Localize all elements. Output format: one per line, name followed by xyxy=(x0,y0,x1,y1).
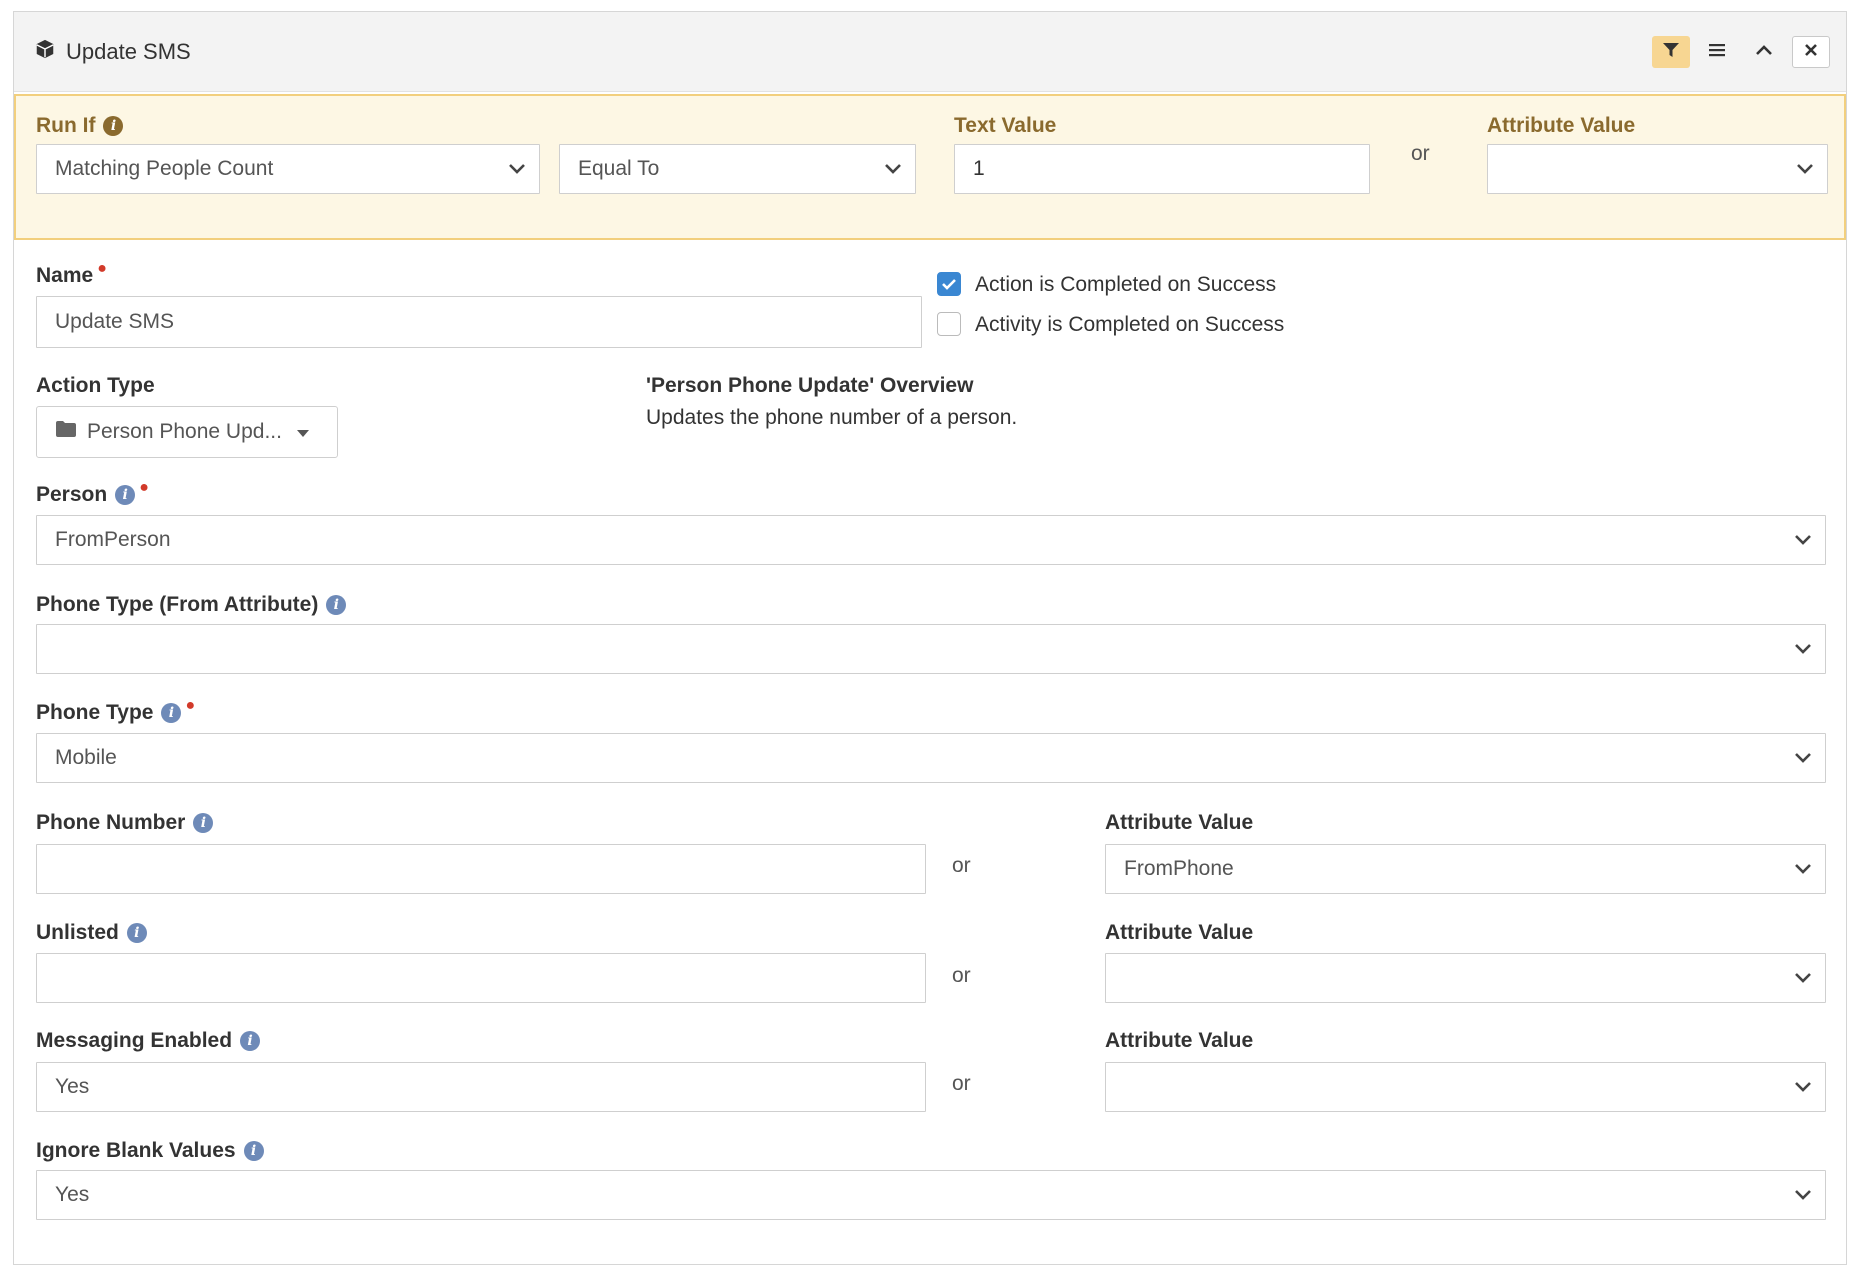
activity-completed-checkbox[interactable] xyxy=(937,312,961,336)
filter-icon xyxy=(1661,40,1681,65)
run-if-label: Run If i xyxy=(36,114,124,138)
chevron-down-icon xyxy=(509,164,525,174)
messaging-label-text: Messaging Enabled xyxy=(36,1029,233,1052)
phone-type-attr-select[interactable] xyxy=(36,624,1826,674)
name-value: Update SMS xyxy=(55,310,175,333)
required-indicator: ● xyxy=(185,697,196,714)
phone-type-attr-label: Phone Type (From Attribute) i xyxy=(36,593,347,617)
chevron-down-icon xyxy=(1795,864,1811,874)
required-indicator: ● xyxy=(139,479,149,496)
chevron-down-icon xyxy=(885,164,901,174)
person-value: FromPerson xyxy=(55,528,171,551)
run-if-comparison-select[interactable]: Equal To xyxy=(559,144,916,194)
unlisted-label-text: Unlisted xyxy=(36,921,119,944)
close-icon xyxy=(1804,43,1818,62)
collapse-button[interactable] xyxy=(1745,36,1783,68)
chevron-down-icon xyxy=(1795,644,1811,654)
messaging-attr-label: Attribute Value xyxy=(1105,1029,1254,1052)
phone-type-label-text: Phone Type xyxy=(36,701,154,724)
chevron-down-icon xyxy=(1795,535,1811,545)
unlisted-label: Unlisted i xyxy=(36,921,147,945)
ignore-blank-value: Yes xyxy=(55,1183,90,1206)
run-if-text-value: 1 xyxy=(973,157,985,180)
phone-type-value: Mobile xyxy=(55,746,117,769)
run-if-section: Run If i Matching People Count Equal To … xyxy=(14,94,1846,240)
required-indicator: ● xyxy=(97,260,107,277)
phone-type-label: Phone Type i ● xyxy=(36,697,199,725)
ignore-blank-select[interactable]: Yes xyxy=(36,1170,1826,1220)
chevron-down-icon xyxy=(1795,1082,1811,1092)
action-completed-label: Action is Completed on Success xyxy=(975,273,1277,296)
panel-title: Update SMS xyxy=(34,38,191,66)
folder-icon xyxy=(55,420,77,444)
messaging-value: Yes xyxy=(55,1075,90,1098)
run-if-condition-value: Matching People Count xyxy=(55,157,274,180)
info-icon[interactable]: i xyxy=(243,1141,264,1161)
action-type-value: Person Phone Upd... xyxy=(87,420,282,443)
caret-down-icon xyxy=(296,420,310,444)
phone-number-label-text: Phone Number xyxy=(36,811,186,834)
action-completed-checkbox[interactable] xyxy=(937,272,961,296)
panel-header: Update SMS xyxy=(14,12,1846,92)
or-label: or xyxy=(952,1072,971,1095)
name-label: Name ● xyxy=(36,260,111,288)
filter-button[interactable] xyxy=(1652,36,1690,68)
run-if-comparison-value: Equal To xyxy=(578,157,660,180)
ignore-blank-label: Ignore Blank Values i xyxy=(36,1139,264,1163)
info-icon[interactable]: i xyxy=(326,595,347,615)
chevron-down-icon xyxy=(1795,1190,1811,1200)
name-label-text: Name xyxy=(36,264,94,287)
menu-button[interactable] xyxy=(1698,36,1736,68)
info-icon[interactable]: i xyxy=(193,813,214,833)
phone-type-select[interactable]: Mobile xyxy=(36,733,1826,783)
chevron-down-icon xyxy=(1795,973,1811,983)
chevron-down-icon xyxy=(1797,164,1813,174)
person-select[interactable]: FromPerson xyxy=(36,515,1826,565)
unlisted-attr-label: Attribute Value xyxy=(1105,921,1254,944)
phone-number-input[interactable] xyxy=(36,844,926,894)
overview-text: Updates the phone number of a person. xyxy=(646,406,1018,429)
close-button[interactable] xyxy=(1792,36,1830,68)
checkmark-icon xyxy=(942,279,956,290)
run-if-attribute-select[interactable] xyxy=(1487,144,1828,194)
phone-number-attr-select[interactable]: FromPhone xyxy=(1105,844,1826,894)
activity-completed-label: Activity is Completed on Success xyxy=(975,313,1285,336)
ignore-blank-label-text: Ignore Blank Values xyxy=(36,1139,236,1162)
action-type-label: Action Type xyxy=(36,374,155,397)
chevron-up-icon xyxy=(1755,43,1773,62)
person-label: Person i ● xyxy=(36,479,153,507)
info-icon[interactable]: i xyxy=(240,1031,261,1051)
messaging-attr-select[interactable] xyxy=(1105,1062,1826,1112)
unlisted-input[interactable] xyxy=(36,953,926,1003)
info-icon[interactable]: i xyxy=(115,485,136,505)
run-if-label-text: Run If xyxy=(36,114,96,137)
overview-title: 'Person Phone Update' Overview xyxy=(646,374,974,397)
unlisted-attr-select[interactable] xyxy=(1105,953,1826,1003)
panel-title-text: Update SMS xyxy=(66,39,191,64)
messaging-label: Messaging Enabled i xyxy=(36,1029,261,1053)
cube-icon xyxy=(34,38,56,66)
phone-number-attr-value: FromPhone xyxy=(1124,857,1234,880)
or-label: or xyxy=(952,964,971,987)
info-icon[interactable]: i xyxy=(161,703,182,723)
phone-number-label: Phone Number i xyxy=(36,811,214,835)
phone-type-attr-label-text: Phone Type (From Attribute) xyxy=(36,593,319,616)
workflow-action-panel: Update SMS Run If i Matching People Coun… xyxy=(13,11,1847,1265)
info-icon[interactable]: i xyxy=(103,116,124,136)
chevron-down-icon xyxy=(1795,753,1811,763)
person-label-text: Person xyxy=(36,483,108,506)
or-label: or xyxy=(1411,142,1430,165)
hamburger-menu-icon xyxy=(1708,42,1726,63)
phone-number-attr-label: Attribute Value xyxy=(1105,811,1254,834)
run-if-text-value-input[interactable]: 1 xyxy=(954,144,1370,194)
info-icon[interactable]: i xyxy=(126,923,147,943)
attribute-value-label: Attribute Value xyxy=(1487,114,1636,137)
run-if-condition-select[interactable]: Matching People Count xyxy=(36,144,540,194)
messaging-input[interactable]: Yes xyxy=(36,1062,926,1112)
name-input[interactable]: Update SMS xyxy=(36,296,922,348)
text-value-label: Text Value xyxy=(954,114,1057,137)
or-label: or xyxy=(952,854,971,877)
action-type-picker[interactable]: Person Phone Upd... xyxy=(36,406,338,458)
